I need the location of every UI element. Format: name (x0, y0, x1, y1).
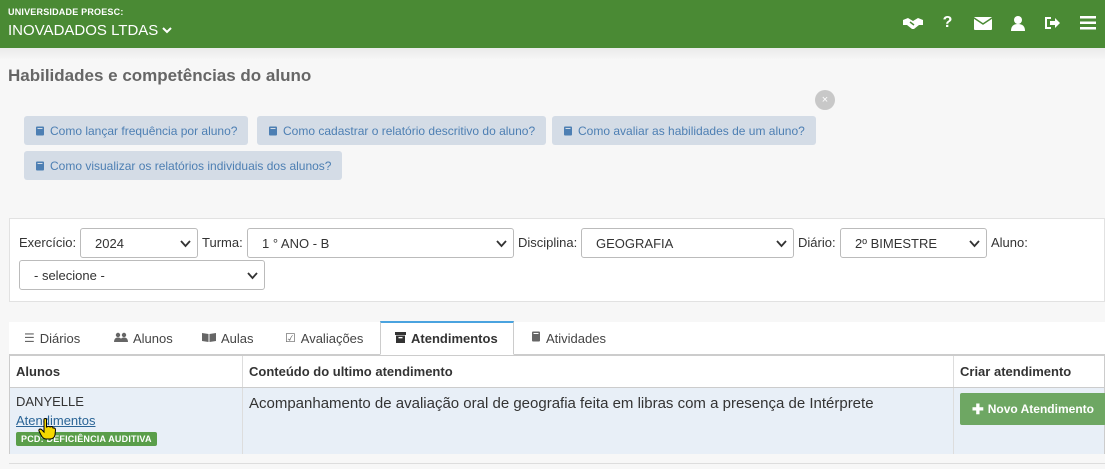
diario-value: 2º BIMESTRE (855, 235, 938, 251)
content-cell: Acompanhamento de avaliação oral de geog… (243, 388, 954, 454)
tab-avaliacoes[interactable]: ☑ Avaliações (285, 322, 363, 354)
divider (9, 463, 1105, 464)
tab-atendimentos[interactable]: Atendimentos (380, 321, 514, 355)
exercicio-label: Exercício: (19, 235, 77, 250)
exercicio-select[interactable]: 2024 (80, 228, 198, 258)
tab-label: Atendimentos (411, 331, 498, 346)
chevron-down-icon (180, 240, 191, 248)
tab-label: Aulas (221, 330, 254, 346)
hand-cursor-icon (38, 418, 56, 440)
help-link-label: Como avaliar as habilidades de um aluno? (578, 123, 805, 138)
tab-alunos[interactable]: Alunos (114, 322, 173, 354)
question-icon[interactable]: ? (930, 10, 965, 36)
aluno-label: Aluno: (991, 235, 1028, 250)
book-icon (564, 126, 572, 135)
help-link-relatorio[interactable]: Como cadastrar o relatório descritivo do… (257, 116, 547, 145)
chevron-down-icon (162, 26, 173, 37)
check-square-icon: ☑ (285, 331, 296, 345)
students-table: Alunos Conteúdo do ultimo atendimento Cr… (9, 355, 1105, 454)
exercicio-value: 2024 (95, 235, 124, 251)
tab-atividades[interactable]: Atividades (531, 322, 606, 354)
help-link-visualizar[interactable]: Como visualizar os relatórios individuai… (24, 151, 343, 180)
user-icon[interactable] (1000, 10, 1035, 36)
tab-label: Atividades (546, 330, 606, 346)
chevron-down-icon (969, 240, 980, 248)
turma-value: 1 ° ANO - B (262, 235, 330, 251)
student-name: DANYELLE (16, 394, 84, 409)
users-icon (114, 331, 128, 345)
plus-icon: ✚ (972, 400, 984, 417)
help-link-label: Como cadastrar o relatório descritivo do… (283, 123, 536, 138)
column-header-alunos: Alunos (10, 356, 243, 387)
help-link-label: Como lançar frequência por aluno? (50, 123, 238, 138)
tab-aulas[interactable]: Aulas (202, 322, 254, 354)
novo-atendimento-button[interactable]: ✚ Novo Atendimento (960, 393, 1105, 425)
column-header-conteudo: Conteúdo do ultimo atendimento (243, 356, 954, 387)
aluno-value: - selecione - (34, 267, 105, 283)
disciplina-label: Disciplina: (518, 235, 578, 250)
company-name: INOVADADOS LTDAS (8, 22, 159, 39)
action-cell: ✚ Novo Atendimento (954, 388, 1105, 454)
tab-label: Avaliações (300, 330, 364, 346)
book-icon (36, 126, 44, 135)
tab-label: Alunos (133, 330, 173, 346)
help-link-habilidades[interactable]: Como avaliar as habilidades de um aluno? (552, 116, 816, 145)
archive-icon (395, 331, 406, 346)
university-name: UNIVERSIDADE PROESC: (8, 7, 124, 17)
help-link-label: Como visualizar os relatórios individuai… (50, 158, 332, 173)
top-navbar: UNIVERSIDADE PROESC: INOVADADOS LTDAS ? (0, 0, 1105, 48)
help-link-frequencia[interactable]: Como lançar frequência por aluno? (24, 116, 249, 145)
chevron-down-icon (776, 240, 787, 248)
chevron-down-icon (247, 272, 258, 280)
diario-select[interactable]: 2º BIMESTRE (840, 228, 987, 258)
table-row: DANYELLE Atendimentos PCD: DEFICIÊNCIA A… (10, 387, 1105, 454)
book-icon (36, 161, 44, 170)
turma-select[interactable]: 1 ° ANO - B (247, 228, 514, 258)
list-icon: ☰ (24, 331, 35, 345)
novo-atendimento-label: Novo Atendimento (987, 402, 1094, 416)
chevron-down-icon (496, 240, 507, 248)
disciplina-select[interactable]: GEOGRAFIA (581, 228, 794, 258)
envelope-icon[interactable] (965, 10, 1000, 36)
tab-label: Diários (39, 330, 81, 346)
sign-out-icon[interactable] (1035, 10, 1070, 36)
disciplina-value: GEOGRAFIA (596, 235, 674, 251)
tab-bar: ☰ Diários Alunos Aulas ☑ Avaliações Aten… (9, 321, 1105, 355)
page-title: Habilidades e competências do aluno (8, 66, 312, 85)
company-dropdown[interactable]: INOVADADOS LTDAS (8, 22, 173, 39)
diario-label: Diário: (798, 235, 836, 250)
book-icon (531, 331, 541, 345)
last-attendance-content: Acompanhamento de avaliação oral de geog… (249, 395, 874, 412)
menu-icon[interactable] (1070, 10, 1105, 36)
aluno-select[interactable]: - selecione - (19, 260, 265, 290)
handshake-icon[interactable] (895, 10, 930, 36)
book-icon (269, 126, 277, 135)
book-open-icon (202, 331, 216, 345)
close-help-button[interactable]: × (815, 90, 835, 110)
column-header-criar: Criar atendimento (960, 364, 1072, 379)
header-shadow (0, 48, 1105, 60)
turma-label: Turma: (202, 235, 243, 250)
tab-diarios[interactable]: ☰ Diários (24, 322, 80, 354)
